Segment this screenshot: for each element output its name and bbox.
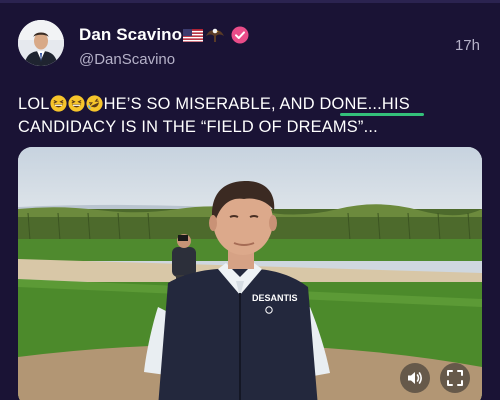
video-player[interactable]: DESANTIS <box>18 147 482 400</box>
post-text-line-2: CANDIDACY IS IN THE “FIELD OF DREAMS”... <box>18 118 378 136</box>
done-highlight-underline <box>340 113 424 116</box>
verified-badge-icon <box>231 26 249 44</box>
text-lol: LOL <box>18 95 50 113</box>
rolling-on-floor-laughing-icon <box>86 95 103 112</box>
author-row: Dan Scavino <box>79 25 249 45</box>
post-text: LOL HE’S SO MISERABLE, AND DONE...HIS CAN… <box>18 93 488 139</box>
grinning-squinting-face-icon <box>68 95 85 112</box>
handle[interactable]: @DanScavino <box>79 51 175 68</box>
fullscreen-button[interactable] <box>440 363 470 393</box>
volume-button[interactable] <box>400 363 430 393</box>
post-card: Dan Scavino @DanScavino 17h LOL HE’S SO M… <box>0 0 500 400</box>
eagle-icon <box>206 28 225 42</box>
text-done: DONE <box>319 95 368 113</box>
divider <box>0 0 500 3</box>
display-name[interactable]: Dan Scavino <box>79 25 182 45</box>
video-frame: DESANTIS <box>18 147 482 400</box>
avatar-image <box>18 20 64 66</box>
volume-icon <box>408 372 422 384</box>
text-line1-main: HE’S SO MISERABLE, AND <box>103 95 320 113</box>
grinning-squinting-face-icon <box>50 95 67 112</box>
timestamp[interactable]: 17h <box>455 37 480 54</box>
avatar[interactable] <box>18 20 64 66</box>
vest-logo-text: DESANTIS <box>252 293 298 303</box>
text-line1-suffix: ...HIS <box>367 95 410 113</box>
flag-usa-icon <box>183 28 204 42</box>
fullscreen-icon <box>447 370 463 386</box>
